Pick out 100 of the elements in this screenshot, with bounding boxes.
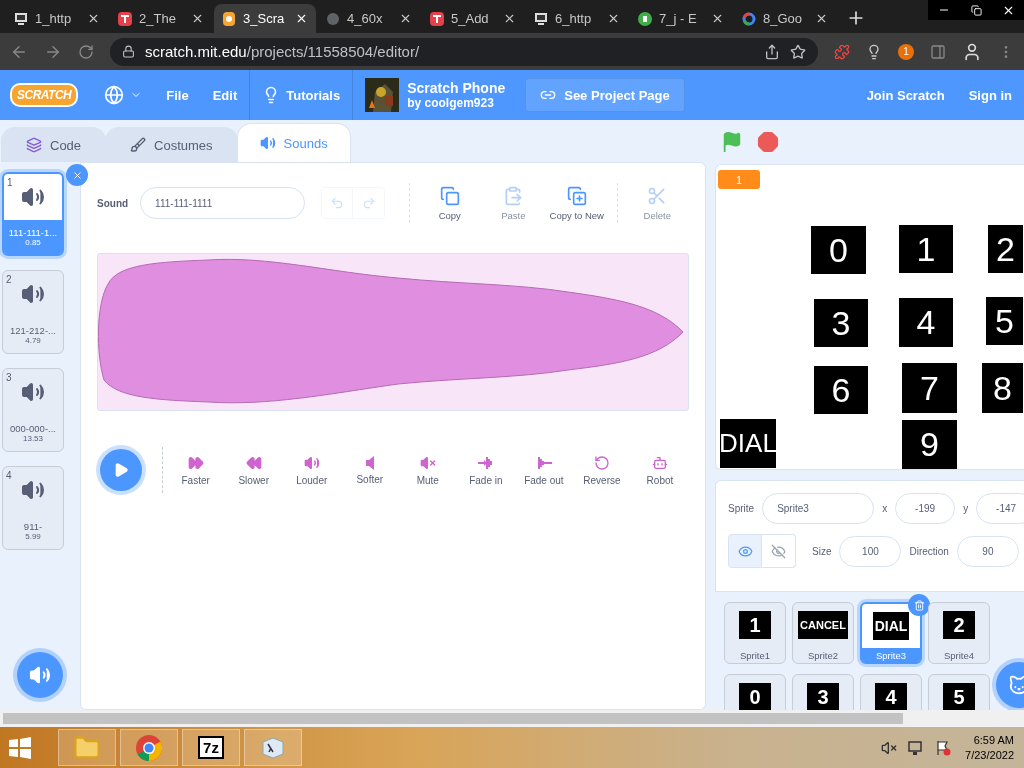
effect-button[interactable]: Fade in bbox=[456, 454, 515, 486]
sprite-card[interactable]: 3 bbox=[792, 674, 854, 710]
hide-button[interactable] bbox=[762, 534, 796, 568]
lock-icon bbox=[122, 45, 135, 58]
fade-in-icon bbox=[476, 454, 495, 471]
clock-date: 7/23/2022 bbox=[965, 749, 1014, 761]
browser-tab[interactable]: 5_Add bbox=[422, 4, 524, 33]
rewind-icon bbox=[245, 454, 262, 471]
star-icon[interactable] bbox=[790, 43, 806, 60]
sprite-thumbnail: 4 bbox=[875, 683, 907, 710]
browser-tab[interactable]: 4_60x bbox=[318, 4, 420, 33]
delete-button[interactable] bbox=[66, 164, 88, 186]
sprite-card[interactable]: 4 bbox=[860, 674, 922, 710]
browser-tab[interactable]: 1_http bbox=[6, 4, 108, 33]
speaker-loud-icon bbox=[303, 454, 320, 471]
reload-icon[interactable] bbox=[78, 43, 94, 60]
sprite-tile: 7 bbox=[902, 363, 957, 413]
monitor-icon bbox=[534, 11, 548, 26]
horizontal-scrollbar[interactable] bbox=[0, 710, 1024, 727]
sprite-card[interactable]: DIAL Sprite3 bbox=[860, 602, 922, 664]
sprite-card[interactable]: 0 bbox=[724, 674, 786, 710]
close-icon[interactable] bbox=[503, 12, 516, 25]
windows-logo[interactable] bbox=[8, 735, 32, 760]
sound-item[interactable]: 2 121-212-... 4.79 bbox=[2, 270, 64, 354]
chrome-icon bbox=[135, 733, 163, 762]
copy-new-button[interactable]: Copy to New bbox=[545, 185, 609, 221]
sound-item[interactable]: 3 000-000-... 13.53 bbox=[2, 368, 64, 452]
close-icon[interactable] bbox=[87, 12, 100, 25]
sprite-name: Sprite2 bbox=[806, 648, 840, 663]
sprite-name: Sprite1 bbox=[738, 648, 772, 663]
add-sound-button[interactable] bbox=[17, 652, 63, 698]
profile-icon[interactable] bbox=[962, 41, 982, 62]
mute-icon bbox=[419, 454, 436, 471]
close-icon[interactable] bbox=[607, 12, 620, 25]
trash-icon bbox=[913, 599, 925, 611]
effect-button[interactable]: Mute bbox=[398, 454, 457, 486]
browser-tab[interactable]: 8_Goo bbox=[734, 4, 836, 33]
y-label: y bbox=[963, 503, 969, 514]
play-button[interactable] bbox=[100, 449, 142, 491]
effect-button[interactable]: Robot bbox=[630, 454, 689, 486]
sprite-thumbnail: 0 bbox=[739, 683, 771, 710]
copy-icon bbox=[439, 185, 460, 206]
effect-button[interactable]: Louder bbox=[282, 454, 341, 486]
sprite-thumbnail: 2 bbox=[943, 611, 975, 639]
close-icon[interactable] bbox=[815, 12, 828, 25]
side-panel-icon[interactable] bbox=[930, 43, 946, 60]
effect-button[interactable]: Faster bbox=[166, 454, 225, 486]
sprite-tile: 3 bbox=[814, 299, 868, 347]
editor-tab[interactable]: Code bbox=[1, 127, 107, 162]
sprite-card[interactable]: 2 Sprite4 bbox=[928, 602, 990, 664]
copy-button[interactable]: Copy bbox=[418, 185, 482, 221]
sprite-tile: 0 bbox=[811, 226, 866, 274]
sprite-tile: 2 bbox=[988, 225, 1023, 273]
sprite-name: Sprite4 bbox=[942, 648, 976, 663]
app-logo: 7z bbox=[198, 736, 224, 759]
close-icon[interactable] bbox=[191, 12, 204, 25]
close-icon[interactable] bbox=[295, 12, 308, 25]
show-button[interactable] bbox=[728, 534, 762, 568]
address-bar[interactable]: scratch.mit.edu/projects/11558504/editor/ bbox=[110, 37, 818, 66]
share-icon[interactable] bbox=[764, 43, 780, 60]
sprite-card[interactable]: CANCEL Sprite2 bbox=[792, 602, 854, 664]
size-label: Size bbox=[812, 545, 832, 557]
flag-icon[interactable] bbox=[935, 739, 952, 756]
sound-name: 000-000-... bbox=[10, 423, 56, 434]
eye-off-icon bbox=[771, 543, 786, 559]
extension-icon[interactable] bbox=[834, 43, 850, 60]
cube-icon bbox=[259, 735, 287, 760]
effect-button[interactable]: Slower bbox=[224, 454, 283, 486]
close-icon[interactable] bbox=[399, 12, 412, 25]
close-icon[interactable] bbox=[711, 12, 724, 25]
browser-tab[interactable]: 2_The bbox=[110, 4, 212, 33]
speaker-icon bbox=[21, 478, 45, 502]
sprite-tile: 9 bbox=[902, 420, 957, 469]
effect-button[interactable]: Reverse bbox=[572, 454, 631, 486]
taskbar-app[interactable] bbox=[120, 729, 178, 766]
sound-item[interactable]: 1 111-111-1... 0.85 bbox=[2, 172, 64, 256]
effect-button[interactable]: Softer bbox=[340, 455, 399, 485]
sound-number: 1 bbox=[7, 177, 13, 188]
stop-button[interactable] bbox=[757, 131, 779, 153]
effect-button[interactable]: Fade out bbox=[514, 454, 573, 486]
browser-tab[interactable]: 6_http bbox=[526, 4, 628, 33]
browser-tab[interactable]: 3_Scra bbox=[214, 4, 316, 33]
taskbar-app[interactable] bbox=[58, 729, 116, 766]
sprite-card[interactable]: 1 Sprite1 bbox=[724, 602, 786, 664]
taskbar-app[interactable]: 7z bbox=[182, 729, 240, 766]
mute-icon[interactable] bbox=[881, 739, 898, 756]
sound-number: 2 bbox=[6, 274, 12, 285]
taskbar-app[interactable] bbox=[244, 729, 302, 766]
lightbulb-icon[interactable] bbox=[866, 43, 882, 60]
speaker-icon bbox=[364, 455, 375, 470]
eye-icon bbox=[737, 543, 753, 559]
delete-button[interactable] bbox=[908, 594, 930, 616]
sprite-card[interactable]: 5 bbox=[928, 674, 990, 710]
sprite-thumbnail: DIAL bbox=[872, 612, 910, 640]
browser-tab[interactable]: 7_j - E bbox=[630, 4, 732, 33]
sound-number: 3 bbox=[6, 372, 12, 383]
direction-label: Direction bbox=[909, 545, 949, 557]
flag-button[interactable] bbox=[721, 131, 743, 153]
sound-item[interactable]: 4 911- 5.99 bbox=[2, 466, 64, 550]
editor-tab[interactable]: Costumes bbox=[105, 127, 238, 162]
